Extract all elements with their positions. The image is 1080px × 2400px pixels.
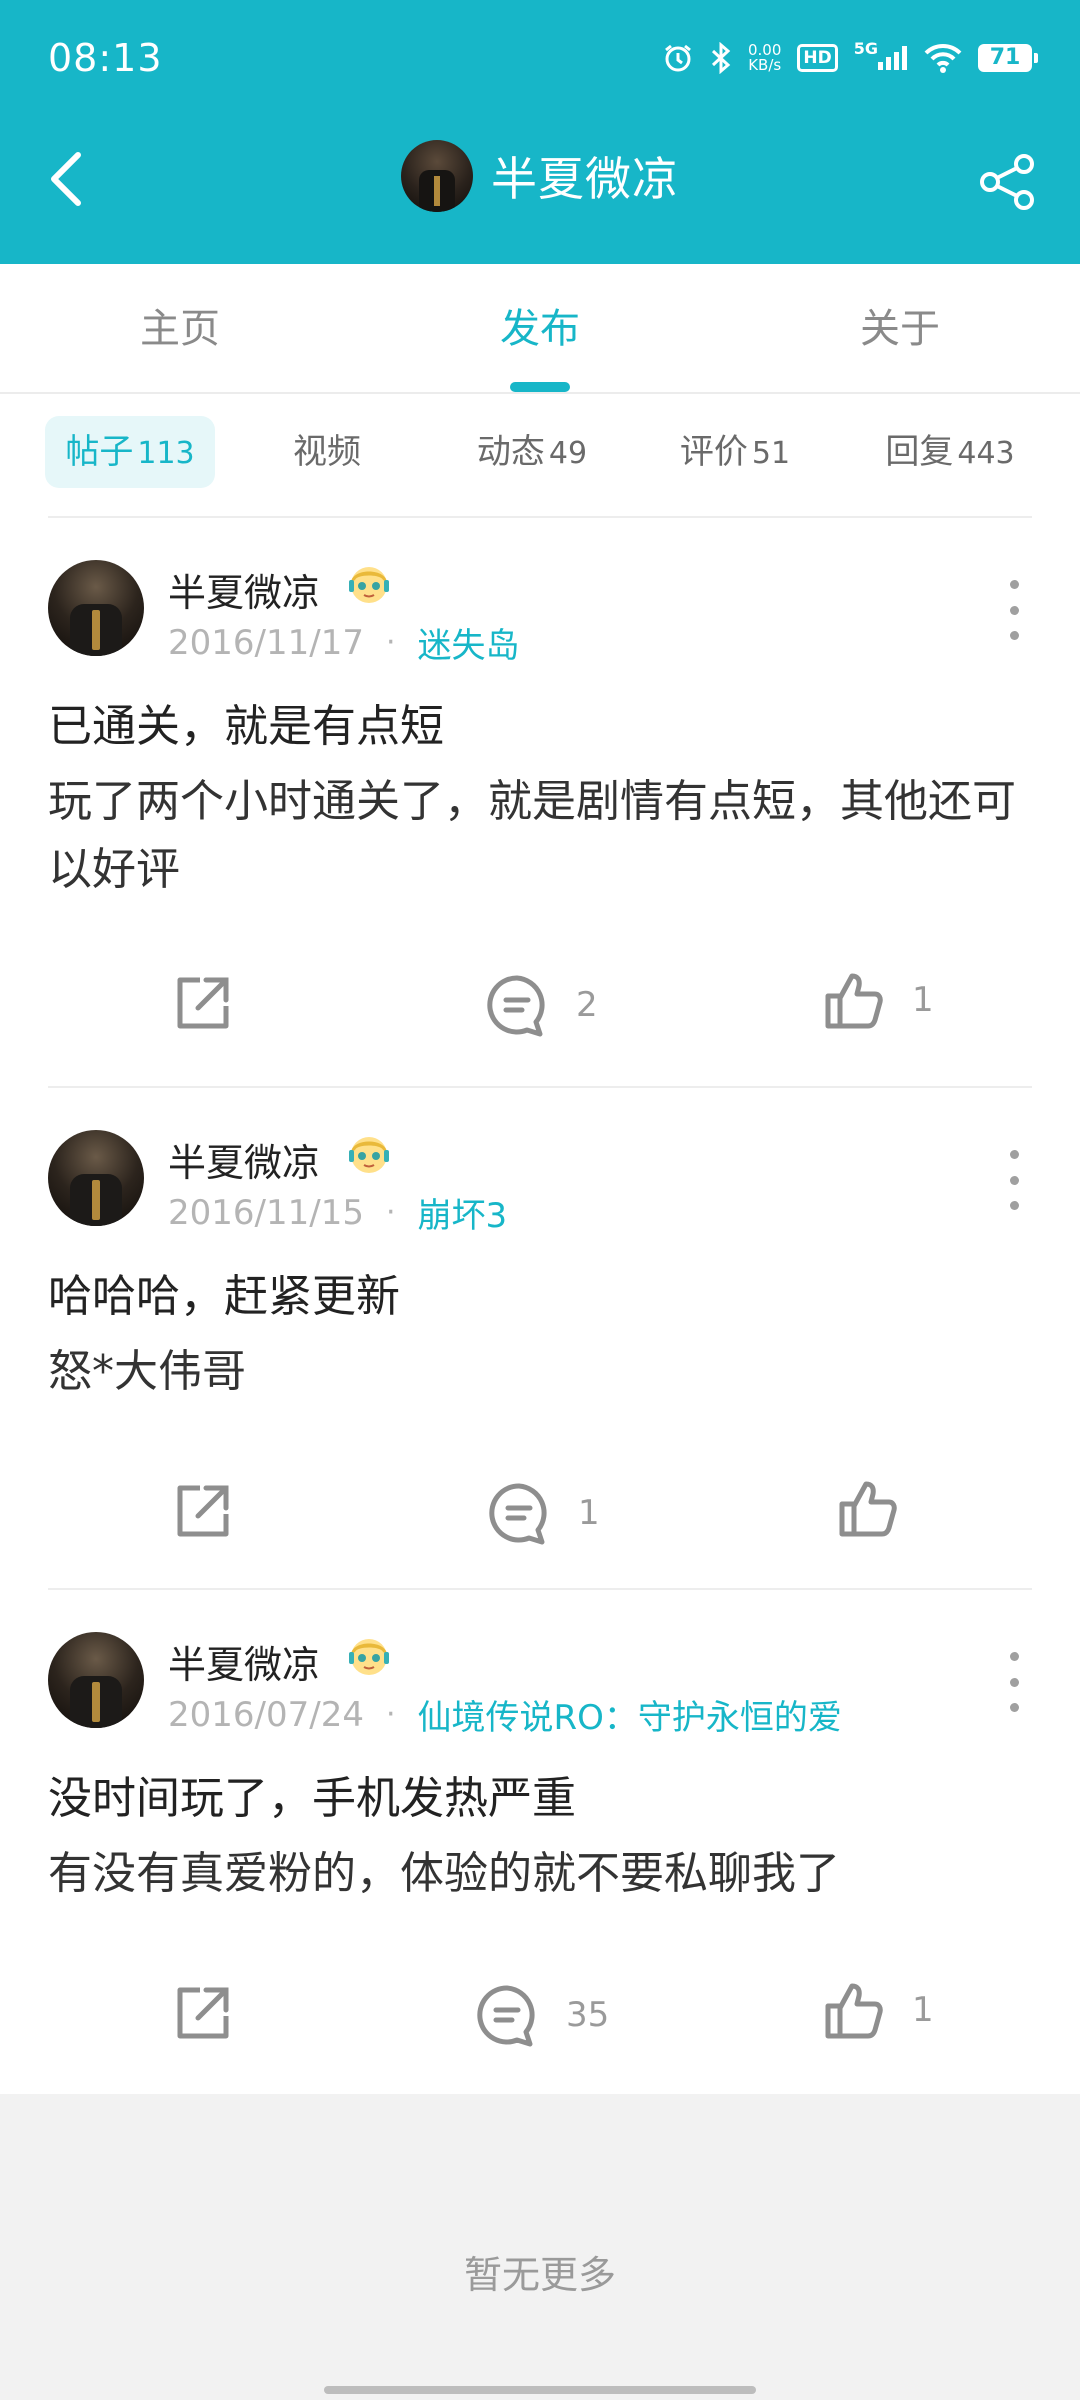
more-options-button[interactable] xyxy=(1002,1150,1026,1210)
share-post-button[interactable] xyxy=(170,1480,234,1544)
post-body: 有没有真爱粉的，体验的就不要私聊我了 xyxy=(48,1848,840,1899)
like-button[interactable] xyxy=(836,1476,926,1540)
comment-count: 35 xyxy=(566,1995,610,2035)
thumbs-up-icon xyxy=(839,1481,897,1537)
subtab-label: 动态 xyxy=(476,432,545,472)
alarm-icon xyxy=(662,42,694,74)
bluetooth-icon xyxy=(710,42,732,74)
post-game-link[interactable]: 仙境传说RO：守护永恒的爱 xyxy=(418,1690,842,1739)
thumbs-up-icon xyxy=(825,973,883,1029)
subtab-count: 49 xyxy=(548,436,588,471)
subtab-count: 113 xyxy=(137,436,195,471)
subtab-label: 视频 xyxy=(293,432,361,472)
subtab-label: 评价 xyxy=(679,432,748,472)
hd-badge: HD xyxy=(797,44,838,72)
status-time: 08:13 xyxy=(48,36,163,80)
page-title: 半夏微凉 xyxy=(491,152,679,206)
post-body: 玩了两个小时通关了，就是剧情有点短，其他还可以好评 xyxy=(48,776,1016,895)
post-meta: 2016/11/17 · 迷失岛 xyxy=(168,618,520,667)
subtab-count: 443 xyxy=(957,436,1015,471)
subtab-reviews[interactable]: 评价 51 xyxy=(655,416,815,488)
wifi-icon xyxy=(924,43,962,73)
share-icon xyxy=(980,154,1034,210)
tab-about[interactable]: 关于 xyxy=(800,264,1000,394)
home-indicator[interactable] xyxy=(324,2386,756,2394)
post-date: 2016/11/17 xyxy=(168,622,364,663)
main-tabs: 主页 发布 关于 xyxy=(0,264,1080,394)
external-share-icon xyxy=(177,1485,229,1537)
external-share-icon xyxy=(177,1987,229,2039)
meta-separator: · xyxy=(385,1195,396,1230)
tab-posts[interactable]: 发布 xyxy=(440,264,640,394)
external-share-icon xyxy=(177,977,229,1029)
avatar[interactable] xyxy=(48,560,144,656)
subtab-replies[interactable]: 回复 443 xyxy=(855,416,1045,488)
post-username[interactable]: 半夏微凉 xyxy=(168,1132,320,1187)
share-post-button[interactable] xyxy=(170,972,234,1036)
meta-separator: · xyxy=(385,625,396,660)
more-options-button[interactable] xyxy=(1002,580,1026,640)
thumbs-up-icon xyxy=(825,1983,883,2039)
subtab-label: 回复 xyxy=(885,432,954,472)
header-title-group: 半夏微凉 xyxy=(0,140,1080,212)
character-badge-icon xyxy=(349,1639,389,1675)
post-meta: 2016/11/15 · 崩坏3 xyxy=(168,1188,507,1237)
comment-button[interactable]: 2 xyxy=(484,972,598,1038)
comment-count: 2 xyxy=(576,985,598,1025)
post-game-link[interactable]: 迷失岛 xyxy=(418,618,520,667)
post-title: 已通关，就是有点短 xyxy=(48,701,444,752)
signal-icon: 5G xyxy=(854,39,908,70)
avatar[interactable] xyxy=(48,1130,144,1226)
subtab-videos[interactable]: 视频 xyxy=(262,416,392,488)
tab-home[interactable]: 主页 xyxy=(80,264,280,394)
no-more-text: 暂无更多 xyxy=(463,2253,616,2297)
character-badge-icon xyxy=(349,1137,389,1173)
comment-button[interactable]: 35 xyxy=(474,1982,609,2048)
post-title: 哈哈哈，赶紧更新 xyxy=(48,1271,400,1322)
subtab-threads[interactable]: 帖子 113 xyxy=(45,416,215,488)
character-badge-icon xyxy=(349,567,389,603)
more-options-button[interactable] xyxy=(1002,1652,1026,1712)
network-type-label: 5G xyxy=(853,38,878,58)
post-game-link[interactable]: 崩坏3 xyxy=(418,1188,508,1237)
list-footer: 暂无更多 xyxy=(0,2094,1080,2400)
like-button[interactable]: 1 xyxy=(822,1978,934,2042)
sub-tabs: 帖子 113 视频 动态 49 评价 51 回复 443 xyxy=(0,394,1080,516)
comment-icon xyxy=(489,1483,547,1545)
like-button[interactable]: 1 xyxy=(822,968,934,1032)
like-count: 1 xyxy=(912,980,934,1020)
share-post-button[interactable] xyxy=(170,1982,234,2046)
net-speed-unit: KB/s xyxy=(748,56,782,74)
avatar[interactable] xyxy=(48,1632,144,1728)
post-username[interactable]: 半夏微凉 xyxy=(168,562,320,617)
status-bar-icons: 0.00 KB/s HD 5G 71 xyxy=(662,38,1038,78)
like-count: 1 xyxy=(912,1990,934,2030)
net-speed: 0.00 KB/s xyxy=(748,43,781,73)
header-avatar[interactable] xyxy=(401,140,473,212)
subtab-moments[interactable]: 动态 49 xyxy=(452,416,612,488)
share-button[interactable] xyxy=(972,148,1044,216)
post-date: 2016/11/15 xyxy=(168,1192,364,1233)
subtab-count: 51 xyxy=(751,436,791,471)
post-meta: 2016/07/24 · 仙境传说RO：守护永恒的爱 xyxy=(168,1690,842,1739)
meta-separator: · xyxy=(385,1697,396,1732)
post-card[interactable]: 半夏微凉 2016/07/24 · 仙境传说RO：守护永恒的爱 没时间玩了，手机… xyxy=(0,1590,1080,2094)
active-tab-indicator xyxy=(510,382,570,392)
app-header: 08:13 0.00 KB/s HD 5G 71 半夏微凉 xyxy=(0,0,1080,264)
post-card[interactable]: 半夏微凉 2016/11/15 · 崩坏3 哈哈哈，赶紧更新 怒*大伟哥 1 xyxy=(0,1088,1080,1590)
comment-button[interactable]: 1 xyxy=(486,1480,600,1546)
subtab-label: 帖子 xyxy=(65,432,134,472)
comment-count: 1 xyxy=(578,1493,600,1533)
comment-icon xyxy=(487,975,545,1037)
post-username[interactable]: 半夏微凉 xyxy=(168,1634,320,1689)
post-title: 没时间玩了，手机发热严重 xyxy=(48,1773,576,1824)
comment-icon xyxy=(477,1985,535,2047)
post-card[interactable]: 半夏微凉 2016/11/17 · 迷失岛 已通关，就是有点短 玩了两个小时通关… xyxy=(0,518,1080,1086)
post-date: 2016/07/24 xyxy=(168,1694,364,1735)
post-body: 怒*大伟哥 xyxy=(48,1346,246,1397)
battery-icon: 71 xyxy=(978,44,1038,72)
